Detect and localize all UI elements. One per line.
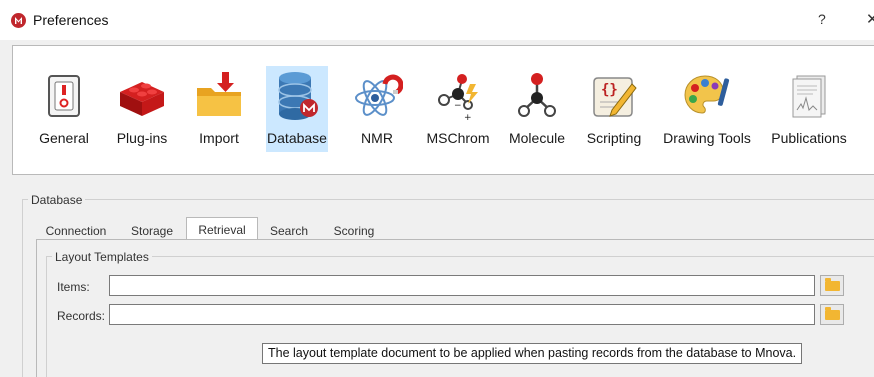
category-drawing-tools[interactable]: Drawing Tools — [661, 66, 753, 152]
publications-icon — [792, 75, 826, 118]
nmr-atom-icon — [355, 74, 403, 116]
database-icon — [278, 72, 318, 120]
items-browse-button[interactable] — [820, 275, 844, 296]
records-label: Records: — [57, 309, 106, 323]
category-label: General — [39, 130, 89, 146]
category-general[interactable]: General — [33, 66, 95, 152]
scripting-scroll-icon: {} — [593, 77, 637, 117]
category-label: Scripting — [586, 130, 642, 146]
svg-text:{}: {} — [601, 82, 618, 98]
title-bar: Preferences ? ✕ — [0, 0, 874, 40]
category-label: Plug-ins — [116, 130, 168, 146]
folder-icon — [825, 307, 840, 320]
window-title: Preferences — [33, 12, 109, 28]
category-publications[interactable]: Publications — [767, 66, 851, 152]
category-label: Drawing Tools — [663, 130, 751, 146]
items-label: Items: — [57, 280, 90, 294]
category-label: MSChrom — [426, 130, 490, 146]
records-browse-button[interactable] — [820, 304, 844, 325]
category-label: Database — [267, 130, 327, 146]
category-nmr[interactable]: NMR — [349, 66, 405, 152]
category-mschrom[interactable]: − + MSChrom — [423, 66, 493, 152]
category-database[interactable]: Database — [266, 66, 328, 152]
palette-icon — [684, 75, 730, 114]
general-switch-icon — [48, 75, 80, 117]
help-button[interactable]: ? — [818, 11, 826, 27]
category-import[interactable]: Import — [189, 66, 249, 152]
category-label: Publications — [771, 130, 847, 146]
records-input[interactable] — [109, 304, 815, 325]
records-tooltip: The layout template document to be appli… — [262, 343, 803, 364]
category-label: Molecule — [508, 130, 566, 146]
import-folder-icon — [197, 72, 241, 116]
category-label: NMR — [361, 130, 393, 146]
category-scripting[interactable]: {} Scripting — [583, 66, 645, 152]
close-button[interactable]: ✕ — [866, 10, 874, 28]
folder-icon — [825, 278, 840, 291]
molecule-icon — [518, 73, 556, 117]
plugin-bricks-icon — [120, 82, 164, 116]
category-molecule[interactable]: Molecule — [505, 66, 569, 152]
database-group-title: Database — [28, 193, 86, 207]
category-plug-ins[interactable]: Plug-ins — [111, 66, 173, 152]
mnova-logo-icon — [11, 13, 26, 28]
category-label: Import — [199, 130, 239, 146]
mschrom-molecule-icon: − + — [438, 74, 478, 122]
category-panel: General Plug-ins Import Database NMR − +… — [12, 45, 874, 175]
svg-text:+: + — [464, 113, 472, 122]
tab-retrieval[interactable]: Retrieval — [186, 217, 258, 240]
svg-text:−: − — [454, 101, 462, 111]
items-input[interactable] — [109, 275, 815, 296]
layout-templates-title: Layout Templates — [52, 250, 152, 264]
